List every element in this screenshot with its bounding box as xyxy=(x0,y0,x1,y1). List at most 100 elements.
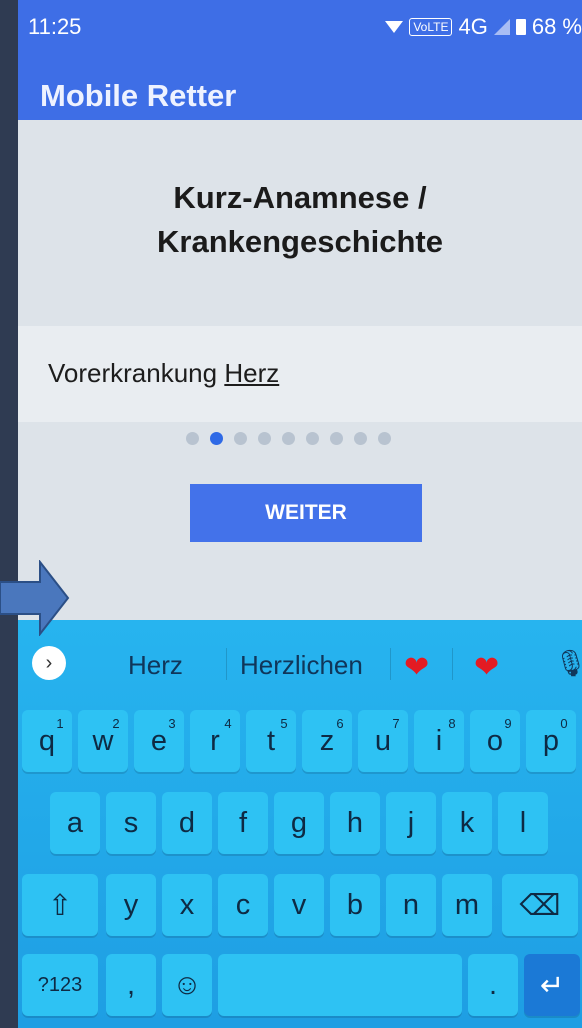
status-icons: VoLTE 4G 68 % xyxy=(385,14,582,40)
page-dot xyxy=(306,432,319,445)
key-z[interactable]: z6 xyxy=(302,710,352,772)
symbols-key[interactable]: ?123 xyxy=(22,954,98,1016)
suggestion-1[interactable]: Herz xyxy=(128,650,183,681)
enter-icon[interactable]: ↵ xyxy=(524,954,580,1016)
key-label: f xyxy=(238,806,248,839)
page-dot xyxy=(234,432,247,445)
period-key[interactable]: . xyxy=(468,954,518,1016)
suggestion-divider xyxy=(390,648,391,680)
volte-badge: VoLTE xyxy=(409,18,453,36)
app-bar: 11:25 VoLTE 4G 68 % Mobile Retter xyxy=(18,0,582,120)
battery-icon xyxy=(515,19,526,35)
key-label: ↵ xyxy=(539,969,565,1002)
key-f[interactable]: f xyxy=(218,792,268,854)
key-t[interactable]: t5 xyxy=(246,710,296,772)
battery-level: 68 % xyxy=(531,14,582,39)
key-label: y xyxy=(123,888,139,921)
key-r[interactable]: r4 xyxy=(190,710,240,772)
key-label: k xyxy=(459,806,475,839)
key-label: v xyxy=(291,888,307,921)
phone-screen: 11:25 VoLTE 4G 68 % Mobile Retter Kurz-A… xyxy=(18,0,582,1028)
page-title-line2: Krankengeschichte xyxy=(157,224,443,259)
key-hint-number: 7 xyxy=(392,716,400,731)
key-b[interactable]: b xyxy=(330,874,380,936)
key-x[interactable]: x xyxy=(162,874,212,936)
key-label: . xyxy=(488,968,498,1001)
weiter-button[interactable]: WEITER xyxy=(190,484,422,542)
page-indicator xyxy=(186,432,391,445)
comma-key[interactable]: , xyxy=(106,954,156,1016)
key-hint-number: 0 xyxy=(560,716,568,731)
question-keyword: Herz xyxy=(224,358,280,388)
key-label: b xyxy=(346,888,364,921)
page-title-line1: Kurz-Anamnese / xyxy=(173,180,427,215)
keyboard: › Herz Herzlichen ❤ ❤ 🎙 q1w2e3r4t5z6u7i8… xyxy=(18,620,582,1028)
status-bar: 11:25 VoLTE 4G 68 % xyxy=(18,0,582,56)
key-hint-number: 2 xyxy=(112,716,120,731)
key-label: c xyxy=(235,888,251,921)
key-hint-number: 6 xyxy=(336,716,344,731)
key-n[interactable]: n xyxy=(386,874,436,936)
key-label: a xyxy=(66,806,84,839)
key-m[interactable]: m xyxy=(442,874,492,936)
space-bar[interactable] xyxy=(218,954,462,1016)
key-l[interactable]: l xyxy=(498,792,548,854)
chevron-right-icon[interactable]: › xyxy=(32,646,66,680)
key-label: d xyxy=(178,806,196,839)
question-text: Vorerkrankung Herz xyxy=(48,358,279,389)
page-dot xyxy=(210,432,223,445)
key-label: , xyxy=(126,968,136,1001)
page-dot xyxy=(378,432,391,445)
page-dot xyxy=(282,432,295,445)
suggestion-bar: › Herz Herzlichen ❤ ❤ 🎙 xyxy=(18,620,582,702)
signal-icon xyxy=(493,19,510,35)
key-hint-number: 3 xyxy=(168,716,176,731)
key-hint-number: 9 xyxy=(504,716,512,731)
key-k[interactable]: k xyxy=(442,792,492,854)
key-label: g xyxy=(290,806,308,839)
app-title: Mobile Retter xyxy=(40,78,237,113)
page-dot xyxy=(354,432,367,445)
key-q[interactable]: q1 xyxy=(22,710,72,772)
key-s[interactable]: s xyxy=(106,792,156,854)
key-label: j xyxy=(407,806,415,839)
heart-emoji-icon[interactable]: ❤ xyxy=(474,650,499,685)
page-title: Kurz-Anamnese / Krankengeschichte xyxy=(18,176,582,264)
key-u[interactable]: u7 xyxy=(358,710,408,772)
main-content: Kurz-Anamnese / Krankengeschichte Vorerk… xyxy=(18,120,582,620)
key-a[interactable]: a xyxy=(50,792,100,854)
key-label: m xyxy=(454,888,480,921)
page-dot xyxy=(330,432,343,445)
key-label: s xyxy=(123,806,139,839)
shift-icon[interactable]: ⇧ xyxy=(22,874,98,936)
key-y[interactable]: y xyxy=(106,874,156,936)
key-g[interactable]: g xyxy=(274,792,324,854)
key-label: n xyxy=(402,888,420,921)
key-j[interactable]: j xyxy=(386,792,436,854)
key-o[interactable]: o9 xyxy=(470,710,520,772)
key-hint-number: 1 xyxy=(56,716,64,731)
key-label: l xyxy=(519,806,527,839)
page-dot xyxy=(258,432,271,445)
key-h[interactable]: h xyxy=(330,792,380,854)
key-c[interactable]: c xyxy=(218,874,268,936)
key-label: x xyxy=(179,888,195,921)
key-e[interactable]: e3 xyxy=(134,710,184,772)
emoji-icon[interactable]: ☺ xyxy=(162,954,212,1016)
key-label: ⇧ xyxy=(47,889,73,922)
key-i[interactable]: i8 xyxy=(414,710,464,772)
key-v[interactable]: v xyxy=(274,874,324,936)
backspace-icon[interactable]: ⌫ xyxy=(502,874,578,936)
wifi-icon xyxy=(385,21,404,33)
suggestion-divider xyxy=(226,648,227,680)
arrow-right-icon xyxy=(0,560,70,636)
network-type: 4G xyxy=(458,14,488,39)
microphone-icon[interactable]: 🎙 xyxy=(554,648,582,679)
suggestion-2[interactable]: Herzlichen xyxy=(240,650,363,681)
status-time: 11:25 xyxy=(28,14,82,39)
key-d[interactable]: d xyxy=(162,792,212,854)
page-dot xyxy=(186,432,199,445)
key-w[interactable]: w2 xyxy=(78,710,128,772)
heart-emoji-icon[interactable]: ❤ xyxy=(404,650,429,685)
key-p[interactable]: p0 xyxy=(526,710,576,772)
